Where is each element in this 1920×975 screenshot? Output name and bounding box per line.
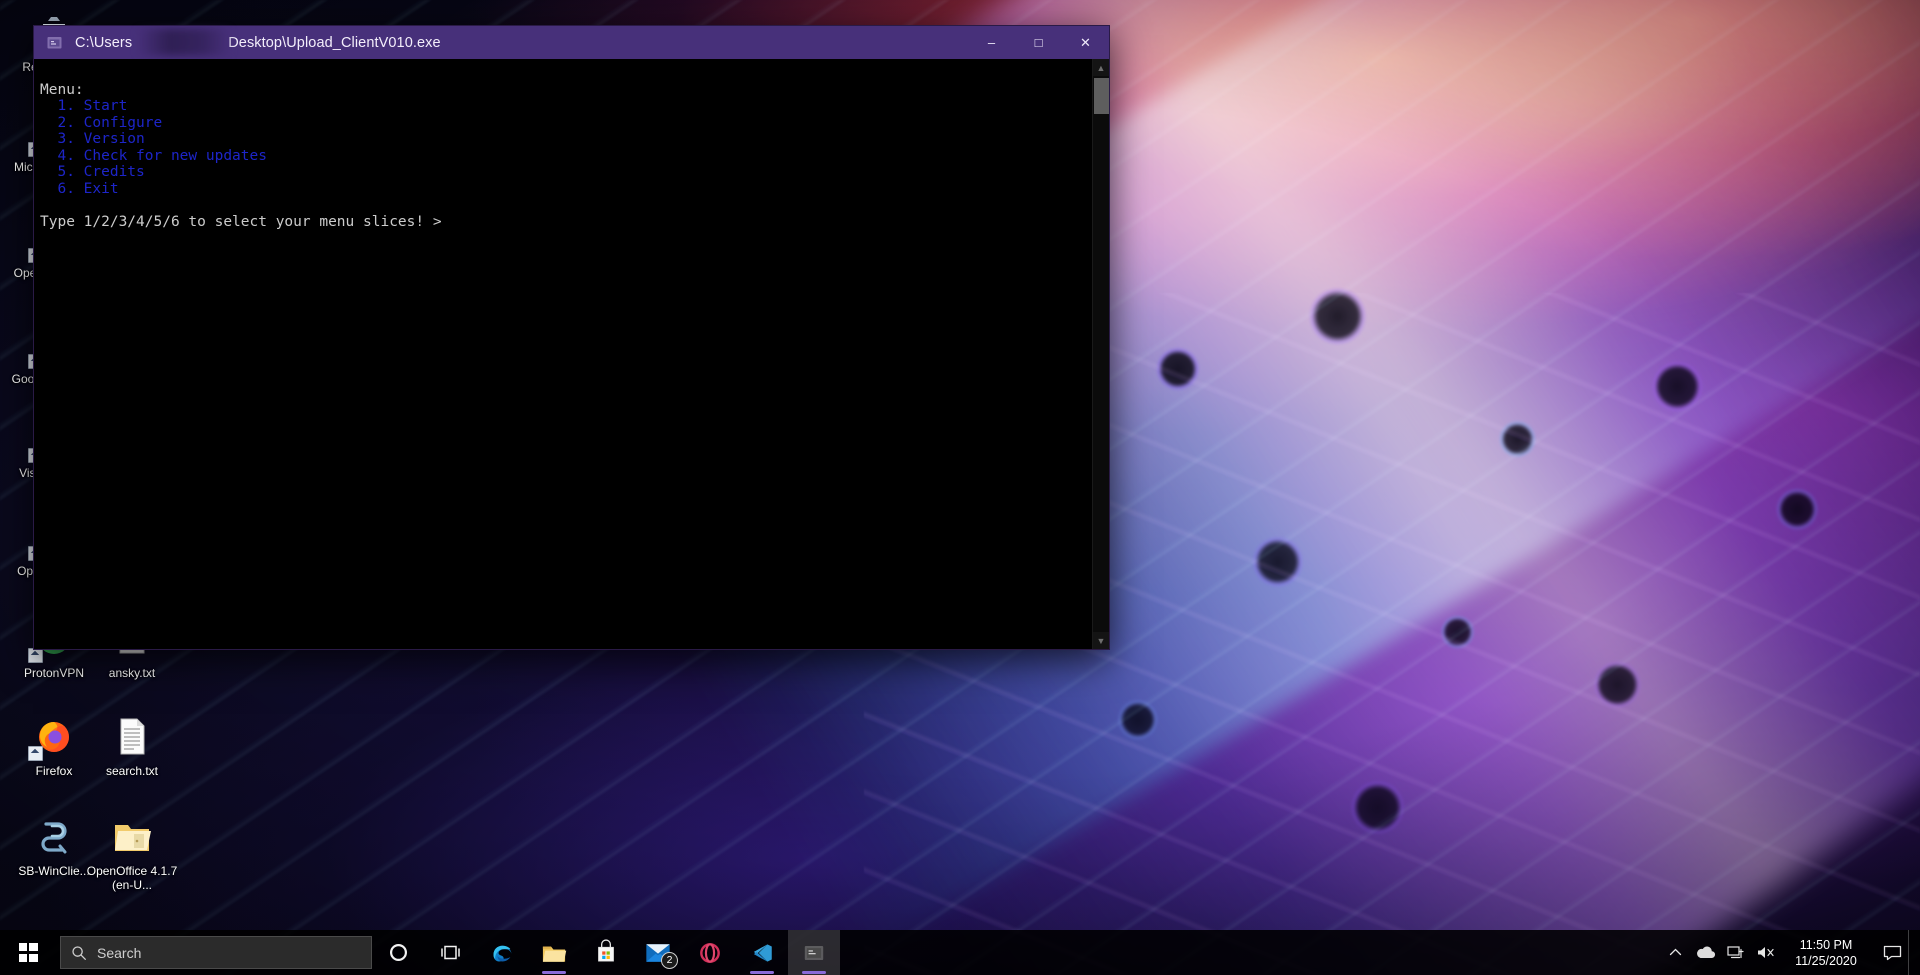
taskbar-opera[interactable] <box>684 930 736 975</box>
action-center-button[interactable] <box>1876 930 1908 975</box>
system-tray[interactable]: 11:50 PM 11/25/2020 <box>1660 930 1920 975</box>
taskbar[interactable]: Search 2 11:50 PM 11/25/2020 <box>0 930 1920 975</box>
window-controls: – □ ✕ <box>968 26 1109 59</box>
cortana-button[interactable] <box>372 930 424 975</box>
network-icon[interactable] <box>1720 930 1750 975</box>
console-menu-item-5: 5. Credits <box>40 164 145 180</box>
desktop[interactable]: Recycle Bin Microsoft Edge Opera Browser <box>0 0 1920 975</box>
console-window[interactable]: C:\Users Desktop\Upload_ClientV010.exe – … <box>33 25 1110 650</box>
desktop-icon-openoffice-417[interactable]: OpenOffice 4.1.7 (en-U... <box>82 812 182 892</box>
show-desktop-button[interactable] <box>1908 930 1916 975</box>
desktop-icon-search-txt[interactable]: search.txt <box>82 712 182 778</box>
running-indicator <box>542 971 566 974</box>
desktop-icon-label: ansky.txt <box>108 666 156 680</box>
console-app-icon <box>804 945 824 960</box>
taskbar-microsoft-store[interactable] <box>580 930 632 975</box>
show-hidden-icons-button[interactable] <box>1660 930 1690 975</box>
notification-icon <box>1883 945 1901 961</box>
task-view-button[interactable] <box>424 930 476 975</box>
desktop-icon-label: search.txt <box>105 764 159 778</box>
console-app-icon <box>46 34 63 51</box>
search-input[interactable]: Search <box>60 936 372 969</box>
console-menu-item-6: 6. Exit <box>40 180 119 197</box>
console-heading: Menu: <box>40 81 84 98</box>
console-menu-item-1: 1. Start <box>40 98 128 114</box>
windows-logo-icon <box>18 943 38 962</box>
taskbar-upload-client[interactable] <box>788 930 840 975</box>
console-output[interactable]: Menu: 1. Start 2. Configure 3. Version 4… <box>34 59 1092 649</box>
store-icon <box>598 939 614 962</box>
volume-muted-icon[interactable] <box>1750 930 1780 975</box>
folder-icon <box>108 812 156 860</box>
running-indicator <box>750 971 774 974</box>
console-prompt: Type 1/2/3/4/5/6 to select your menu sli… <box>40 213 442 230</box>
search-icon <box>71 945 87 961</box>
start-button[interactable] <box>0 930 56 975</box>
scroll-up-icon[interactable]: ▲ <box>1092 59 1109 76</box>
vscode-icon <box>753 943 772 962</box>
firefox-icon <box>28 712 78 761</box>
cortana-icon <box>389 943 407 962</box>
scrollbar-track[interactable] <box>1092 76 1109 632</box>
taskbar-edge[interactable] <box>476 930 528 975</box>
console-menu-item-4: 4. Check for new updates <box>40 147 267 164</box>
console-menu-item-3: 3. Version <box>40 131 145 147</box>
chevron-up-icon <box>1669 948 1681 956</box>
search-placeholder: Search <box>97 944 142 961</box>
mail-badge: 2 <box>661 952 678 969</box>
console-body[interactable]: Menu: 1. Start 2. Configure 3. Version 4… <box>34 59 1109 649</box>
opera-icon <box>700 942 720 963</box>
sb-winclient-icon <box>30 812 78 860</box>
taskbar-file-explorer[interactable] <box>528 930 580 975</box>
scroll-down-icon[interactable]: ▼ <box>1092 632 1109 649</box>
clock-time: 11:50 PM <box>1799 937 1853 952</box>
text-file-icon <box>108 712 156 760</box>
console-scrollbar[interactable]: ▲ ▼ <box>1092 59 1109 649</box>
scrollbar-thumb[interactable] <box>1093 78 1109 114</box>
shortcut-overlay-icon <box>28 648 43 663</box>
onedrive-icon[interactable] <box>1690 930 1720 975</box>
maximize-button[interactable]: □ <box>1015 26 1062 59</box>
taskbar-clock[interactable]: 11:50 PM 11/25/2020 <box>1780 930 1876 975</box>
console-menu-item-2: 2. Configure <box>40 114 163 131</box>
minimize-button[interactable]: – <box>968 26 1015 59</box>
running-indicator <box>802 971 826 974</box>
console-title-suffix: Desktop\Upload_ClientV010.exe <box>228 34 441 51</box>
clock-date: 11/25/2020 <box>1795 953 1857 968</box>
edge-icon <box>493 945 511 962</box>
console-titlebar[interactable]: C:\Users Desktop\Upload_ClientV010.exe – … <box>34 26 1109 59</box>
taskbar-mail[interactable]: 2 <box>632 930 684 975</box>
console-title: C:\Users Desktop\Upload_ClientV010.exe <box>71 35 441 51</box>
taskbar-vscode[interactable] <box>736 930 788 975</box>
shortcut-overlay-icon <box>28 746 43 761</box>
explorer-icon <box>542 946 567 962</box>
close-button[interactable]: ✕ <box>1062 26 1109 59</box>
desktop-icon-label: OpenOffice 4.1.7 (en-U... <box>86 864 178 892</box>
task-view-icon <box>440 945 460 960</box>
console-title-prefix: C:\Users <box>75 34 133 51</box>
